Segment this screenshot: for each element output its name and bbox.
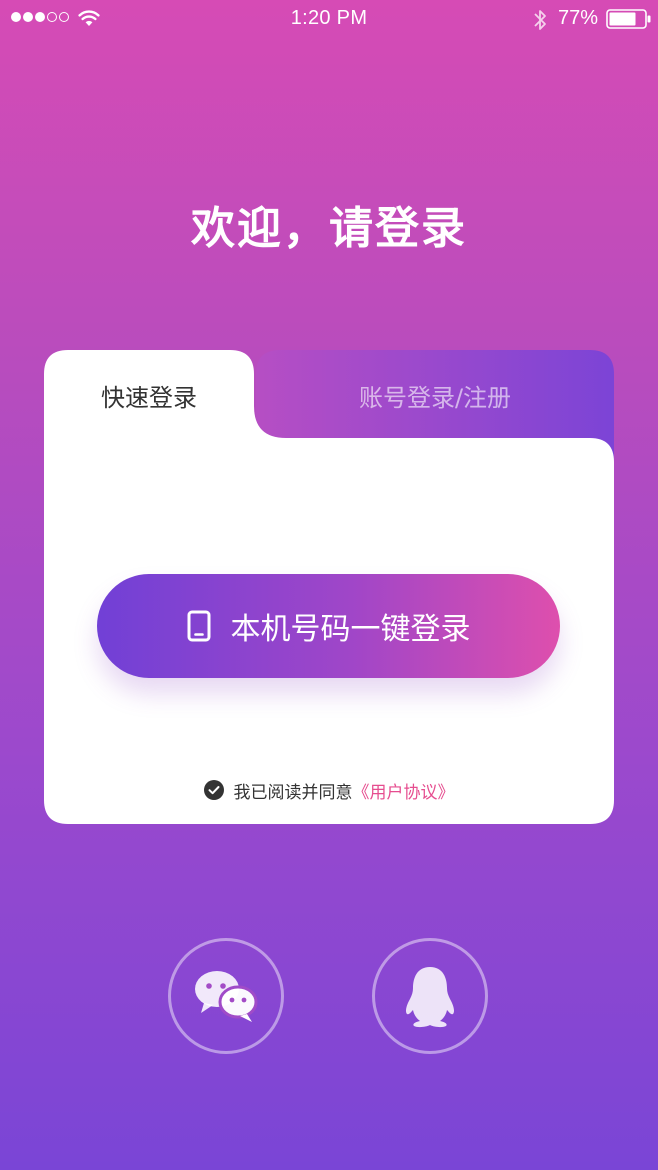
- user-agreement-link[interactable]: 《用户协议》: [353, 778, 455, 803]
- battery-icon: [606, 9, 651, 29]
- battery-percent: 77%: [558, 7, 599, 29]
- agreement-text: 我已阅读并同意: [233, 782, 353, 803]
- phone-icon: [187, 610, 211, 642]
- page-title: 欢迎，请登录: [191, 203, 467, 254]
- wechat-login-button[interactable]: [168, 938, 284, 1054]
- one-key-login-label: 本机号码一键登录: [230, 612, 471, 647]
- check-icon[interactable]: [203, 780, 224, 800]
- tab-quick-login[interactable]: 快速登录: [44, 350, 254, 440]
- one-key-login-button[interactable]: 本机号码一键登录: [97, 574, 560, 678]
- tab-account-login[interactable]: 账号登录/注册: [256, 350, 614, 440]
- status-bar: 1:20 PM 77%: [0, 0, 658, 40]
- wechat-icon: [195, 971, 258, 1022]
- qq-penguin-icon: [406, 967, 454, 1028]
- bluetooth-icon: [534, 10, 546, 30]
- agreement-row: 我已阅读并同意 《用户协议》: [0, 778, 658, 803]
- qq-login-button[interactable]: [372, 938, 488, 1054]
- login-screen: 1:20 PM 77% 欢迎，请登录 快速登录 账号登录/注册 本机号码一键登录…: [0, 0, 658, 1170]
